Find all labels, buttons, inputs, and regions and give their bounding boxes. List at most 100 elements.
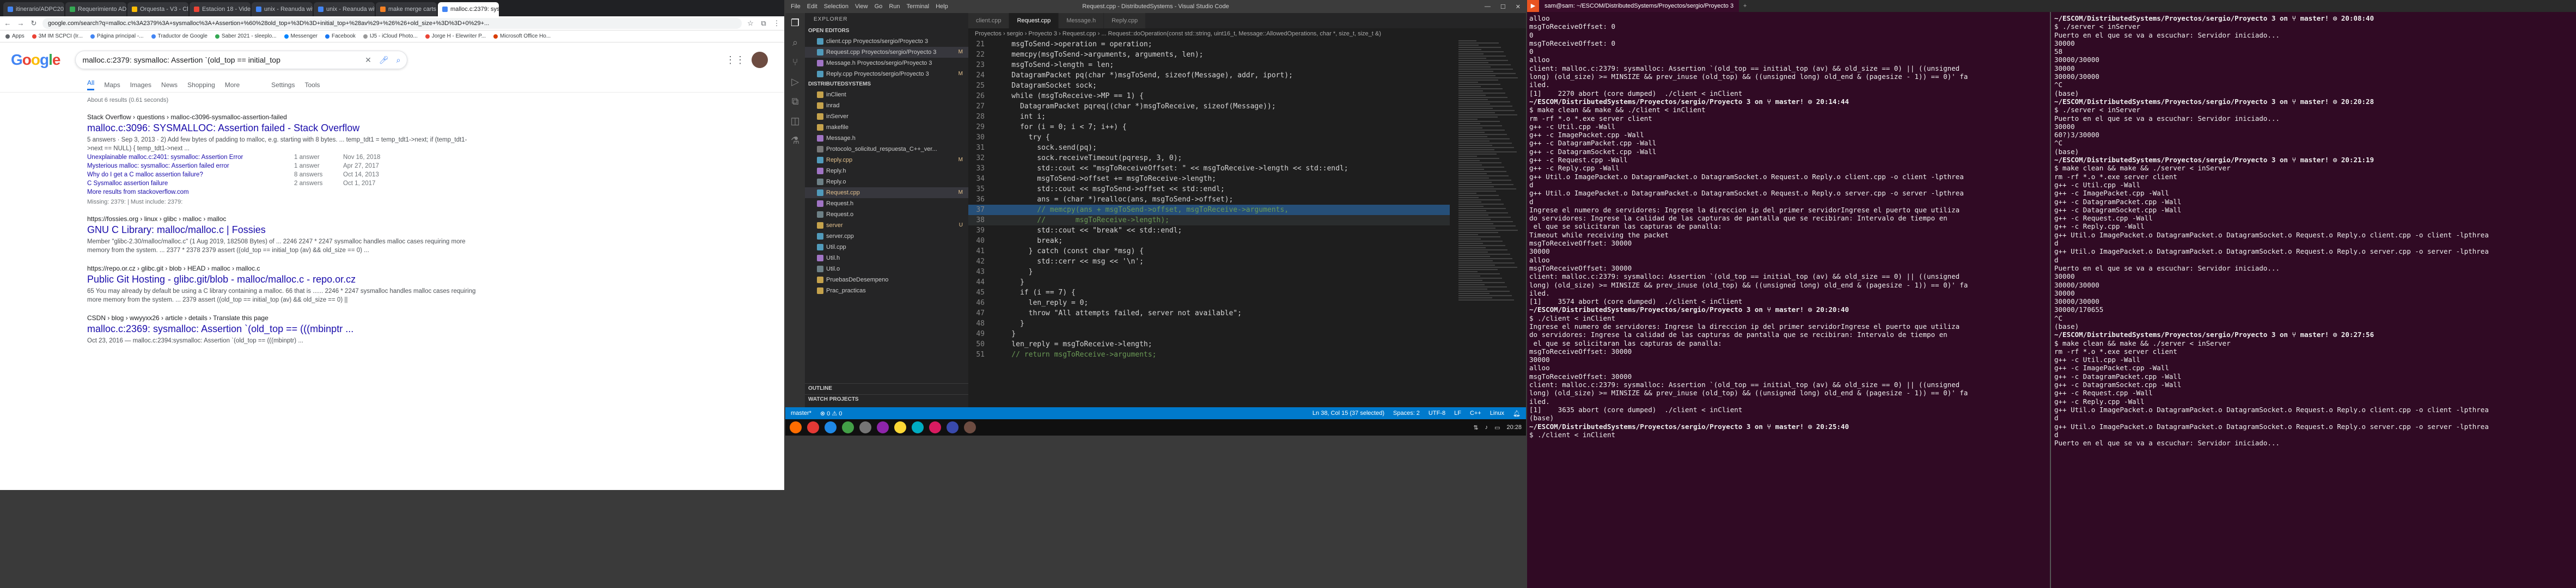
file-tree-item[interactable]: Reply.h bbox=[805, 166, 968, 176]
file-tree-item[interactable]: inServer bbox=[805, 111, 968, 122]
folder-header[interactable]: DISTRIBUTEDSYSTEMS bbox=[805, 79, 968, 89]
bookmark-item[interactable]: Apps bbox=[5, 33, 25, 39]
search-nav-more[interactable]: More bbox=[225, 81, 240, 89]
file-tree-item[interactable]: Util.cpp bbox=[805, 242, 968, 253]
file-tree-item[interactable]: Util.o bbox=[805, 264, 968, 274]
search-nav-maps[interactable]: Maps bbox=[104, 81, 120, 89]
code-line[interactable]: 40 break; bbox=[968, 236, 1450, 246]
menu-icon[interactable]: ⋮ bbox=[772, 19, 781, 28]
taskbar-app-icon[interactable] bbox=[964, 421, 976, 433]
result-cite[interactable]: https://fossies.org › linux › glibc › ma… bbox=[87, 215, 479, 223]
taskbar-app-icon[interactable] bbox=[807, 421, 819, 433]
code-line[interactable]: 51 // return msgToReceive->arguments; bbox=[968, 350, 1450, 360]
code-line[interactable]: 48 } bbox=[968, 318, 1450, 329]
clock[interactable]: 20:28 bbox=[1506, 424, 1522, 431]
maximize-icon[interactable]: ☐ bbox=[1500, 3, 1506, 10]
open-editor-item[interactable]: Message.h Proyectos/sergio/Proyecto 3 bbox=[805, 58, 968, 69]
taskbar-app-icon[interactable] bbox=[929, 421, 941, 433]
file-tree-item[interactable]: Reply.o bbox=[805, 176, 968, 187]
star-icon[interactable]: ☆ bbox=[746, 19, 755, 28]
file-tree-item[interactable]: server.cpp bbox=[805, 231, 968, 242]
tab-client-cpp[interactable]: client.cpp bbox=[968, 13, 1010, 28]
file-tree-item[interactable]: inClient bbox=[805, 89, 968, 100]
bookmark-item[interactable]: Saber 2021 - sleeplo... bbox=[215, 33, 277, 39]
os-status[interactable]: Linux bbox=[1490, 410, 1504, 416]
terminal-pane-client[interactable]: alloo msgToReceiveOffset: 0 0 msgToReceiveO… bbox=[1527, 12, 2049, 588]
result-title[interactable]: Public Git Hosting - glibc.git/blob - ma… bbox=[87, 274, 479, 285]
result-cite[interactable]: https://repo.or.cz › glibc.git › blob › … bbox=[87, 265, 479, 272]
code-line[interactable]: 47 throw "All attempts failed, server no… bbox=[968, 308, 1450, 318]
indent-status[interactable]: Spaces: 2 bbox=[1393, 410, 1420, 416]
taskbar-app-icon[interactable] bbox=[790, 421, 802, 433]
search-nav-tools[interactable]: Tools bbox=[304, 81, 320, 89]
minimap[interactable] bbox=[1458, 39, 1518, 407]
search-nav-all[interactable]: All bbox=[87, 79, 95, 90]
file-tree-item[interactable]: Request.h bbox=[805, 198, 968, 209]
code-line[interactable]: 31 sock.send(pq); bbox=[968, 143, 1450, 153]
bookmark-item[interactable]: Traductor de Google bbox=[151, 33, 207, 39]
search-icon[interactable]: ⌕ bbox=[396, 56, 401, 65]
taskbar-app-icon[interactable] bbox=[877, 421, 889, 433]
file-tree-item[interactable]: Reply.cpp M bbox=[805, 155, 968, 166]
reload-icon[interactable]: ↻ bbox=[29, 19, 38, 28]
code-line[interactable]: 35 std::cout << msgToSend->offset << std… bbox=[968, 184, 1450, 194]
menu-run[interactable]: Run bbox=[889, 3, 900, 10]
remote-icon[interactable]: ◫ bbox=[785, 111, 805, 131]
file-tree-item[interactable]: Protocolo_solicitud_respuesta_C++_ver... bbox=[805, 144, 968, 155]
result-sub-link[interactable]: Unexplainable malloc.c:2401: sysmalloc: … bbox=[87, 153, 294, 162]
code-line[interactable]: 42 std::cerr << msg << '\n'; bbox=[968, 256, 1450, 267]
file-tree-item[interactable]: Prac_practicas bbox=[805, 285, 968, 296]
file-tree-item[interactable]: Util.h bbox=[805, 253, 968, 264]
code-line[interactable]: 28 int i; bbox=[968, 112, 1450, 122]
debug-icon[interactable]: ▷ bbox=[785, 72, 805, 91]
battery-icon[interactable]: ▭ bbox=[1494, 424, 1500, 431]
code-line[interactable]: 50 len_reply = msgToReceive->length; bbox=[968, 339, 1450, 350]
open-editor-item[interactable]: client.cpp Proyectos/sergio/Proyecto 3 bbox=[805, 36, 968, 47]
browser-tab[interactable]: Estacion 18 - Video ZS bbox=[190, 2, 251, 16]
encoding-status[interactable]: UTF-8 bbox=[1429, 410, 1445, 416]
taskbar-app-icon[interactable] bbox=[912, 421, 924, 433]
code-line[interactable]: 23 msgToSend->length = len; bbox=[968, 60, 1450, 70]
code-line[interactable]: 46 len_reply = 0; bbox=[968, 298, 1450, 308]
pane-divider[interactable] bbox=[2050, 12, 2051, 588]
code-line[interactable]: 29 for (i = 0; i < 7; i++) { bbox=[968, 122, 1450, 132]
taskbar-app-icon[interactable] bbox=[825, 421, 837, 433]
tab-reply-cpp[interactable]: Reply.cpp bbox=[1104, 13, 1146, 28]
search-input[interactable]: malloc.c:2379: sysmalloc: Assertion `(ol… bbox=[82, 56, 365, 64]
file-tree-item[interactable]: inrad bbox=[805, 100, 968, 111]
menu-edit[interactable]: Edit bbox=[807, 3, 817, 10]
code-line[interactable]: 36 ans = (char *)realloc(ans, msgToSend-… bbox=[968, 194, 1450, 205]
browser-tab[interactable]: Requerimiento ADPC Tec bbox=[65, 2, 126, 16]
forward-icon[interactable]: → bbox=[16, 19, 25, 28]
eol-status[interactable]: LF bbox=[1454, 410, 1461, 416]
source-control-icon[interactable]: ⑂ bbox=[785, 52, 805, 72]
search-nav-images[interactable]: Images bbox=[130, 81, 151, 89]
branch-status[interactable]: master* bbox=[791, 410, 811, 416]
code-line[interactable]: 45 if (i == 7) { bbox=[968, 287, 1450, 298]
bookmark-item[interactable]: IJ5 - iCloud Photo... bbox=[363, 33, 418, 39]
code-line[interactable]: 37 // memcpy(ans + msgToSend->offset, ms… bbox=[968, 205, 1450, 215]
minimize-icon[interactable]: — bbox=[1485, 3, 1491, 10]
address-bar[interactable]: google.com/search?q=malloc.c%3A2379%3A+s… bbox=[42, 17, 742, 29]
network-icon[interactable]: ⇅ bbox=[1473, 424, 1478, 431]
new-tab-icon[interactable]: + bbox=[1739, 3, 1751, 9]
file-tree-item[interactable]: PruebasDeDesempeno bbox=[805, 274, 968, 285]
search-nav-news[interactable]: News bbox=[161, 81, 178, 89]
bell-icon[interactable]: 🔔︎ bbox=[1513, 410, 1521, 417]
bookmark-item[interactable]: Microsoft Office Ho... bbox=[493, 33, 551, 39]
code-line[interactable]: 26 while (msgToReceive->MP == 1) { bbox=[968, 91, 1450, 101]
code-line[interactable]: 25 DatagramSocket sock; bbox=[968, 81, 1450, 91]
browser-tab[interactable]: unix - Reanuda with Bill bbox=[252, 2, 313, 16]
menu-file[interactable]: File bbox=[791, 3, 801, 10]
menu-view[interactable]: View bbox=[855, 3, 868, 10]
apps-grid-icon[interactable]: ⋮⋮ bbox=[725, 54, 745, 66]
open-editors-header[interactable]: OPEN EDITORS bbox=[805, 26, 968, 36]
terminal-tab[interactable]: sam@sam: ~/ESCOM/DistributedSystems/Proy… bbox=[1539, 0, 1739, 12]
code-line[interactable]: 43 } bbox=[968, 267, 1450, 277]
file-tree-item[interactable]: Message.h bbox=[805, 133, 968, 144]
files-icon[interactable]: ❐ bbox=[785, 13, 805, 33]
avatar[interactable] bbox=[752, 52, 768, 68]
menu-help[interactable]: Help bbox=[936, 3, 948, 10]
browser-tab[interactable]: Orquesta - V3 - Client S bbox=[127, 2, 188, 16]
menu-go[interactable]: Go bbox=[875, 3, 883, 10]
